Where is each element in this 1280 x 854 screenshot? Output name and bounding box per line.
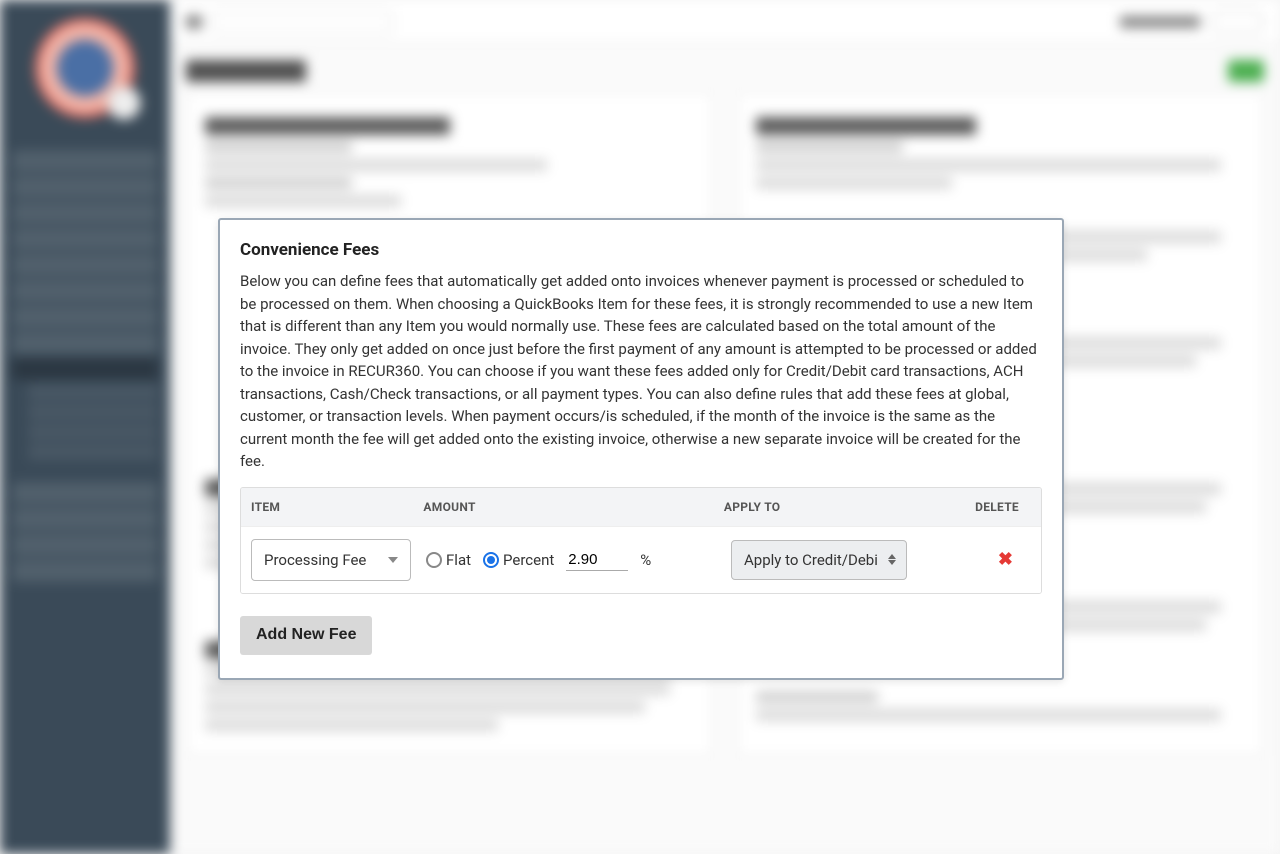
radio-icon (426, 552, 442, 568)
item-select-value: Processing Fee (264, 551, 366, 569)
convenience-fees-modal: Convenience Fees Below you can define fe… (218, 218, 1064, 680)
amount-input[interactable] (566, 549, 628, 571)
chevron-down-icon (388, 557, 398, 563)
percent-radio[interactable]: Percent (483, 551, 554, 569)
radio-icon (483, 552, 499, 568)
fees-table-header: ITEM AMOUNT APPLY TO DELETE (241, 488, 1041, 526)
flat-radio[interactable]: Flat (426, 551, 471, 569)
modal-description: Below you can define fees that automatic… (240, 270, 1042, 473)
fee-row: Processing Fee Flat Percent % (241, 526, 1041, 593)
apply-to-value: Apply to Credit/Debi (744, 551, 878, 569)
flat-label: Flat (446, 551, 471, 569)
percent-label: Percent (503, 551, 554, 569)
fees-table: ITEM AMOUNT APPLY TO DELETE Processing F… (240, 487, 1042, 594)
delete-fee-button[interactable]: ✖ (998, 549, 1013, 570)
col-item: ITEM (251, 500, 423, 514)
col-apply: APPLY TO (724, 500, 975, 514)
col-amount: AMOUNT (423, 500, 723, 514)
add-new-fee-button[interactable]: Add New Fee (240, 616, 372, 654)
item-select[interactable]: Processing Fee (251, 539, 411, 581)
percent-symbol: % (640, 551, 651, 569)
modal-title: Convenience Fees (240, 240, 1042, 260)
select-stepper-icon (888, 554, 896, 565)
col-delete: DELETE (975, 500, 1031, 514)
apply-to-select[interactable]: Apply to Credit/Debi (731, 540, 907, 580)
